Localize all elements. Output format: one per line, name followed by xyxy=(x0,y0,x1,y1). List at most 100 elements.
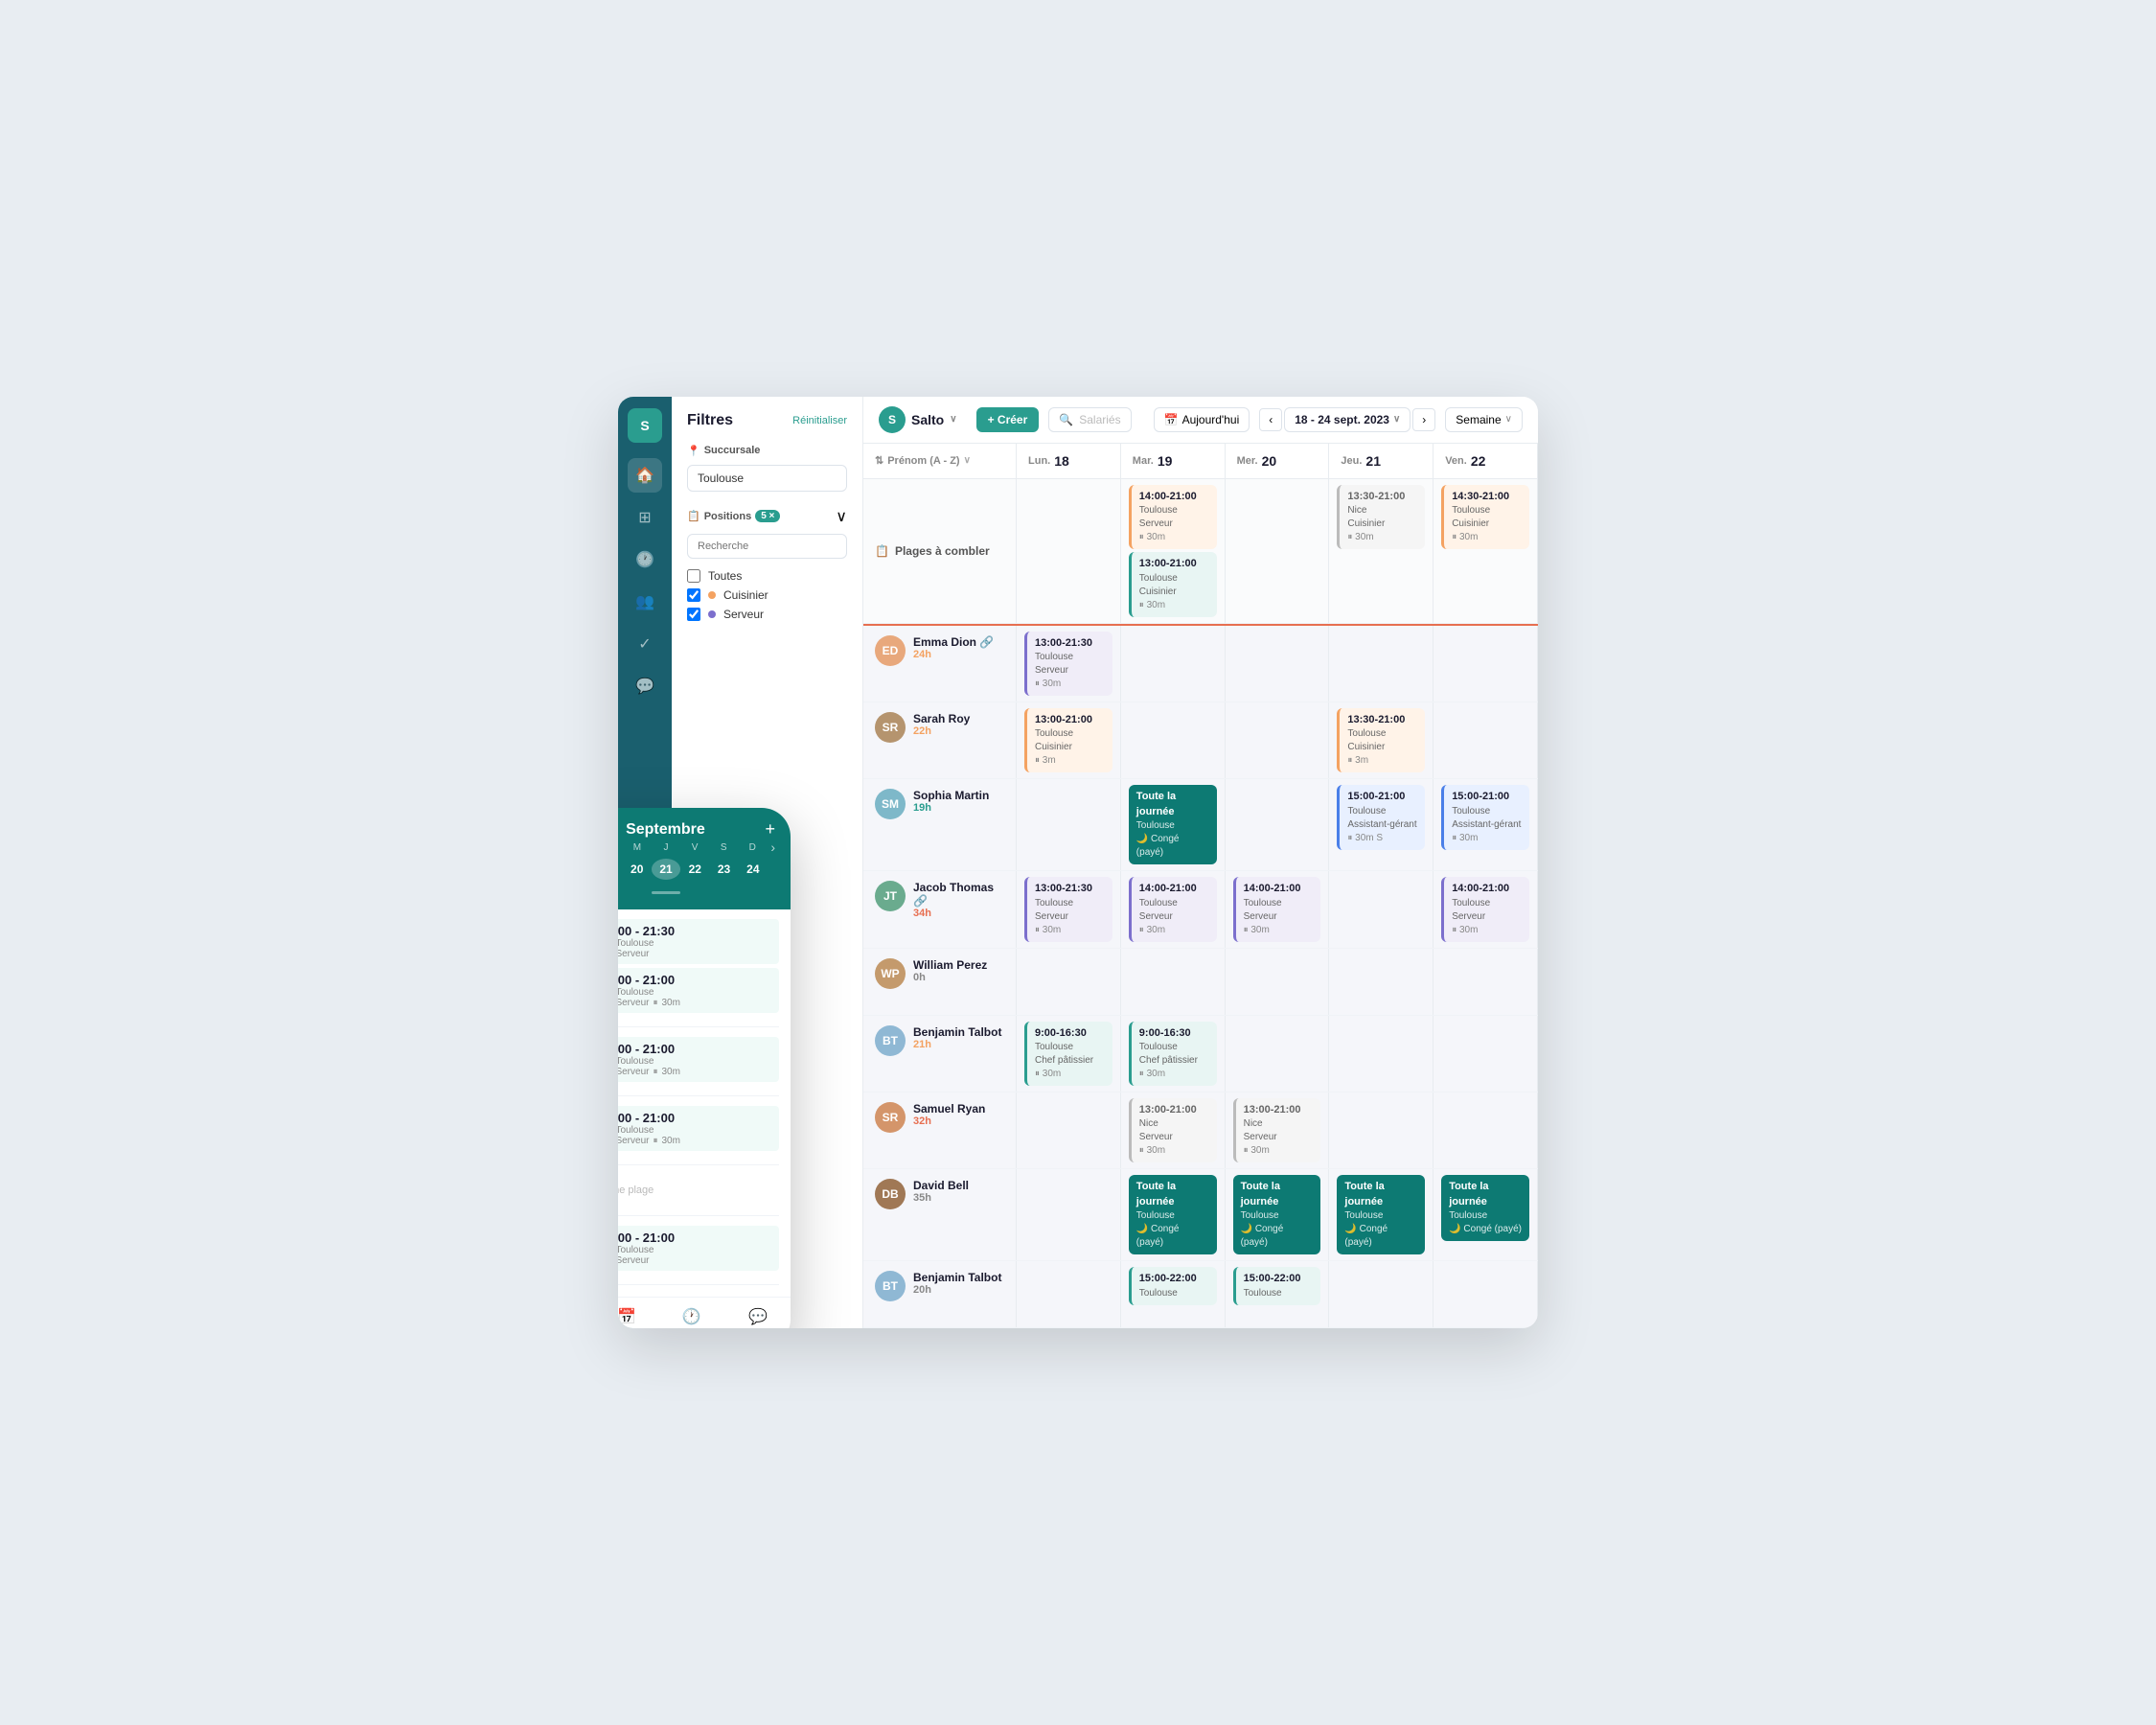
filter-label-serveur: Serveur xyxy=(723,608,764,621)
mobile-day-ven: Ven 22 6h30 14:00 - 21:00 📍Toulouse 👥Ser… xyxy=(618,1216,779,1285)
salaries-search[interactable]: 🔍 Salariés xyxy=(1048,407,1131,432)
avatar-emma: ED xyxy=(875,635,906,666)
sidebar-icon-home[interactable]: 🏠 xyxy=(628,458,662,493)
mobile-add-icon[interactable]: + xyxy=(765,819,775,840)
samuel-shift-tue[interactable]: 13:00-21:00 Nice Serveur ⏸ 30m xyxy=(1129,1098,1217,1162)
mobile-nav-messager[interactable]: 💬 Messager xyxy=(739,1307,777,1328)
mobile-wday-j: J xyxy=(652,840,680,855)
positions-collapse[interactable]: ∨ xyxy=(836,507,847,526)
jacob-mon: 13:00-21:30 Toulouse Serveur ⏸ 30m xyxy=(1017,871,1121,947)
samuel-shift-wed[interactable]: 13:00-21:00 Nice Serveur ⏸ 30m xyxy=(1233,1098,1321,1162)
mobile-wnum-21[interactable]: 21 xyxy=(652,859,680,880)
samuel-wed: 13:00-21:00 Nice Serveur ⏸ 30m xyxy=(1226,1092,1330,1168)
filter-checkbox-toutes[interactable] xyxy=(687,569,700,583)
avatar-jacob: JT xyxy=(875,881,906,911)
emma-shift-mon[interactable]: 13:00-21:30 Toulouse Serveur ⏸ 30m xyxy=(1024,632,1112,696)
sarah-shift-thu[interactable]: 13:30-21:00 Toulouse Cuisinier ⏸ 3m xyxy=(1337,708,1425,772)
mobile-wnum-22[interactable]: 22 xyxy=(680,859,709,880)
benjamin1-shift-mon[interactable]: 9:00-16:30 Toulouse Chef pâtissier ⏸ 30m xyxy=(1024,1022,1112,1086)
mobile-shift-mar-1[interactable]: 14:00 - 21:00 📍Toulouse 👥Serveur ⏸30m xyxy=(618,1037,779,1082)
semaine-button[interactable]: Semaine ∨ xyxy=(1445,407,1523,432)
day-name-tue: Mar. xyxy=(1133,455,1154,467)
mobile-shift-ven-1[interactable]: 14:00 - 21:00 📍Toulouse 👥Serveur xyxy=(618,1226,779,1271)
positions-badge: 5 × xyxy=(755,510,780,522)
benjamin2-shift-tue[interactable]: 15:00-22:00 Toulouse xyxy=(1129,1267,1217,1304)
avatar-sophia: SM xyxy=(875,789,906,819)
employee-row-samuel: SR Samuel Ryan 32h 13:00-21:00 Nice Serv… xyxy=(863,1092,1538,1169)
gaps-thu: 13:30-21:00 Nice Cuisinier ⏸ 30m xyxy=(1329,479,1434,623)
sophia-shift-tue[interactable]: Toute la journée Toulouse 🌙 Congé (payé) xyxy=(1129,785,1217,864)
gap-shift-tue-2[interactable]: 13:00-21:00 Toulouse Cuisinier ⏸ 30m xyxy=(1129,552,1217,616)
create-button[interactable]: + Créer xyxy=(976,407,1040,432)
mobile-shift-mer-1[interactable]: 14:00 - 21:00 📍Toulouse 👥Serveur ⏸30m xyxy=(618,1106,779,1151)
employee-name-william: William Perez xyxy=(913,958,987,972)
next-week-button[interactable]: › xyxy=(1412,408,1435,431)
david-shift-tue[interactable]: Toute la journée Toulouse 🌙 Congé (payé) xyxy=(1129,1175,1217,1254)
mobile-wnum-23[interactable]: 23 xyxy=(709,859,738,880)
employee-name-david: David Bell xyxy=(913,1179,969,1192)
sidebar-icon-check[interactable]: ✓ xyxy=(628,627,662,661)
reinitialiser-button[interactable]: Réinitialiser xyxy=(792,415,847,426)
today-button[interactable]: 📅 Aujourd'hui xyxy=(1154,407,1250,432)
employee-cell-emma: ED Emma Dion 🔗 24h xyxy=(863,626,1017,702)
employee-hours-benjamin2: 20h xyxy=(913,1284,1001,1296)
filter-checkbox-serveur[interactable] xyxy=(687,608,700,621)
jacob-thu xyxy=(1329,871,1434,947)
benjamin2-shift-wed[interactable]: 15:00-22:00 Toulouse xyxy=(1233,1267,1321,1304)
succursale-select[interactable]: Toulouse xyxy=(687,465,847,492)
mobile-shift-lun-2[interactable]: 14:00 - 21:00 📍Toulouse 👥Serveur ⏸30m xyxy=(618,968,779,1013)
jacob-shift-fri[interactable]: 14:00-21:00 Toulouse Serveur ⏸ 30m xyxy=(1441,877,1529,941)
mobile-shift-info-lun-1: 📍Toulouse xyxy=(618,938,771,949)
sarah-thu: 13:30-21:00 Toulouse Cuisinier ⏸ 3m xyxy=(1329,702,1434,778)
filter-option-serveur: Serveur xyxy=(687,605,847,624)
mobile-shift-time-ven-1: 14:00 - 21:00 xyxy=(618,1230,771,1245)
sophia-shift-thu[interactable]: 15:00-21:00 Toulouse Assistant-gérant ⏸ … xyxy=(1337,785,1425,849)
calendar-icon: 📅 xyxy=(1164,413,1179,426)
sophia-thu: 15:00-21:00 Toulouse Assistant-gérant ⏸ … xyxy=(1329,779,1434,870)
mobile-nav-presences[interactable]: 🕐 Présences xyxy=(671,1307,712,1328)
prev-week-button[interactable]: ‹ xyxy=(1259,408,1282,431)
jacob-shift-mon[interactable]: 13:00-21:30 Toulouse Serveur ⏸ 30m xyxy=(1024,877,1112,941)
mobile-shift-lun-1[interactable]: 13:00 - 21:30 📍Toulouse 👥Serveur xyxy=(618,919,779,964)
sort-header[interactable]: ⇅ Prénom (A - Z) ∨ xyxy=(863,444,1017,478)
org-dropdown-icon[interactable]: ∨ xyxy=(950,414,956,425)
mobile-wnum-20[interactable]: 20 xyxy=(623,859,652,880)
sidebar-icon-clock[interactable]: 🕐 xyxy=(628,542,662,577)
mobile-shift-role-mer-1: 👥Serveur ⏸30m xyxy=(618,1136,771,1146)
william-fri xyxy=(1434,949,1538,1015)
employee-info-emma: Emma Dion 🔗 24h xyxy=(913,635,994,660)
top-bar: S Salto ∨ + Créer 🔍 Salariés 📅 Aujourd'h… xyxy=(863,397,1538,444)
mobile-wnum-24[interactable]: 24 xyxy=(739,859,768,880)
emma-wed xyxy=(1226,626,1330,702)
sidebar-icon-users[interactable]: 👥 xyxy=(628,585,662,619)
jacob-shift-tue[interactable]: 14:00-21:00 Toulouse Serveur ⏸ 30m xyxy=(1129,877,1217,941)
employee-hours-sarah: 22h xyxy=(913,725,970,737)
david-shift-thu[interactable]: Toute la journée Toulouse 🌙 Congé (payé) xyxy=(1337,1175,1425,1254)
employee-cell-benjamin1: BT Benjamin Talbot 21h xyxy=(863,1016,1017,1092)
filter-checkbox-cuisinier[interactable] xyxy=(687,588,700,602)
benjamin2-wed: 15:00-22:00 Toulouse xyxy=(1226,1261,1330,1327)
mobile-next-week[interactable]: › xyxy=(770,840,775,855)
mobile-shifts-mar: 14:00 - 21:00 📍Toulouse 👥Serveur ⏸30m xyxy=(618,1037,779,1086)
sidebar-icon-chat[interactable]: 💬 xyxy=(628,669,662,703)
david-shift-fri[interactable]: Toute la journée Toulouse 🌙 Congé (payé) xyxy=(1441,1175,1529,1241)
jacob-shift-wed[interactable]: 14:00-21:00 Toulouse Serveur ⏸ 30m xyxy=(1233,877,1321,941)
david-shift-wed[interactable]: Toute la journée Toulouse 🌙 Congé (payé) xyxy=(1233,1175,1321,1254)
day-name-wed: Mer. xyxy=(1237,455,1258,467)
day-num-fri: 22 xyxy=(1471,453,1486,469)
sidebar-icon-grid[interactable]: ⊞ xyxy=(628,500,662,535)
sarah-shift-mon[interactable]: 13:00-21:00 Toulouse Cuisinier ⏸ 3m xyxy=(1024,708,1112,772)
emma-thu xyxy=(1329,626,1434,702)
benjamin1-fri xyxy=(1434,1016,1538,1092)
gap-shift-thu[interactable]: 13:30-21:00 Nice Cuisinier ⏸ 30m xyxy=(1337,485,1425,549)
employee-info-sophia: Sophia Martin 19h xyxy=(913,789,989,814)
gap-shift-fri[interactable]: 14:30-21:00 Toulouse Cuisinier ⏸ 30m xyxy=(1441,485,1529,549)
sophia-shift-fri[interactable]: 15:00-21:00 Toulouse Assistant-gérant ⏸ … xyxy=(1441,785,1529,849)
gap-shift-tue-1[interactable]: 14:00-21:00 Toulouse Serveur ⏸ 30m xyxy=(1129,485,1217,549)
mobile-shift-info-mar-1: 📍Toulouse xyxy=(618,1056,771,1067)
benjamin1-shift-tue[interactable]: 9:00-16:30 Toulouse Chef pâtissier ⏸ 30m xyxy=(1129,1022,1217,1086)
positions-search[interactable] xyxy=(687,534,847,559)
mobile-shift-role-lun-2: 👥Serveur ⏸30m xyxy=(618,998,771,1008)
mobile-nav-planning[interactable]: 📅 Planning xyxy=(618,1307,644,1328)
day-header-fri: Ven. 22 xyxy=(1434,444,1538,478)
